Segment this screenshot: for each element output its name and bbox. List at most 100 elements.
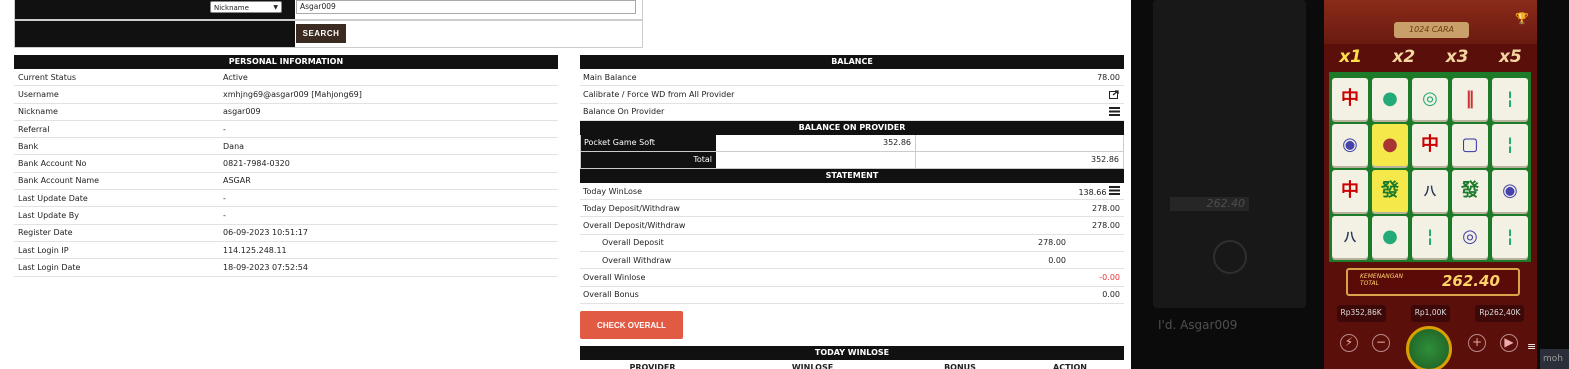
field-value: 114.125.248.11: [223, 245, 287, 255]
turbo-icon[interactable]: ⚡: [1340, 334, 1358, 352]
field-value: 18-09-2023 07:52:54: [223, 262, 308, 272]
search-type-select[interactable]: Nickname ▼: [210, 1, 282, 13]
column-provider: PROVIDER: [629, 363, 676, 369]
trophy-icon[interactable]: 🏆: [1515, 12, 1529, 25]
field-value: 0821-7984-0320: [223, 159, 290, 169]
tile-fa-icon: 發: [1452, 170, 1488, 212]
mahjong-game-window: 1024 CARA x1 x2 x3 x5 中 ● ◎ ‖ ¦ ◉ ● 中 ▢ …: [1324, 0, 1537, 369]
spin-button[interactable]: [1406, 326, 1452, 369]
tile-circle-icon: ◉: [1332, 124, 1368, 166]
tile-circles-icon: ◎: [1452, 216, 1488, 258]
provider-total-row: Total 352.86: [580, 151, 1124, 169]
balance-on-provider-row: Balance On Provider: [580, 104, 1124, 121]
field-label: Last Update By: [18, 211, 79, 221]
overall-winlose-row: Overall Winlose -0.00: [580, 269, 1124, 287]
reel-grid: 中 ● ◎ ‖ ¦ ◉ ● 中 ▢ ¦ 中 發 八 發 ◉ 八 ● ¦ ◎ ¦: [1329, 72, 1531, 262]
tile-white-dragon-icon: ▢: [1452, 124, 1488, 166]
ghost-spin-icon: [1213, 240, 1247, 274]
plus-icon[interactable]: +: [1468, 334, 1486, 352]
balance-header: BALANCE: [580, 55, 1124, 69]
total-win-value: 262.40: [1442, 272, 1500, 290]
field-label: Last Login IP: [18, 245, 69, 255]
field-value: Active: [223, 72, 248, 82]
field-label: Last Login Date: [18, 262, 81, 272]
field-value: xmhjng69@asgar009 [Mahjong69]: [223, 89, 362, 99]
personal-info-row: Last Update By -: [14, 207, 558, 225]
tile-zhong-icon: 中: [1332, 78, 1368, 120]
column-action: ACTION: [1053, 363, 1087, 369]
personal-info-row: Last Update Date -: [14, 190, 558, 208]
provider-row: Pocket Game Soft 352.86: [580, 134, 1124, 152]
share-icon[interactable]: [1109, 90, 1120, 99]
field-value: asgar009: [223, 107, 261, 117]
column-winlose: WINLOSE: [791, 363, 834, 369]
tile-eight-wan-icon: 八: [1412, 170, 1448, 212]
list-icon[interactable]: [1109, 107, 1120, 117]
personal-info-row: Bank Account No 0821-7984-0320: [14, 155, 558, 173]
statement-header: STATEMENT: [580, 168, 1124, 183]
field-label: Nickname: [18, 107, 58, 117]
field-label: Current Status: [18, 72, 77, 82]
personal-info-row: Bank Account Name ASGAR: [14, 173, 558, 191]
check-overall-button[interactable]: CHECK OVERALL: [580, 311, 683, 339]
balance-stat: Rp352,86K: [1336, 305, 1386, 322]
field-label: Register Date: [18, 228, 73, 238]
today-winlose-header: TODAY WINLOSE: [580, 346, 1124, 360]
multiplier-bar: x1 x2 x3 x5: [1324, 44, 1537, 70]
chevron-down-icon: ▼: [273, 4, 278, 11]
tile-zhong-icon: 中: [1332, 170, 1368, 212]
search-button[interactable]: SEARCH: [296, 24, 346, 43]
win-stat: Rp262,40K: [1475, 305, 1525, 322]
today-winlose-columns: PROVIDER WINLOSE BONUS ACTION: [580, 360, 1124, 369]
field-label: Username: [18, 89, 59, 99]
multiplier-x2: x2: [1392, 47, 1416, 67]
personal-info-row: Register Date 06-09-2023 10:51:17: [14, 225, 558, 242]
bet-stat[interactable]: Rp1,00K: [1410, 305, 1451, 322]
main-balance-row: Main Balance 78.00: [580, 69, 1124, 87]
menu-icon[interactable]: ≡: [1527, 340, 1536, 353]
personal-info-row: Last Login IP 114.125.248.11: [14, 242, 558, 260]
tile-bamboo-icon: ¦: [1492, 124, 1528, 166]
column-bonus: BONUS: [944, 363, 976, 369]
search-input[interactable]: Asgar009: [296, 0, 636, 14]
tile-bamboo-icon: ¦: [1492, 78, 1528, 120]
field-label: Bank Account No: [18, 159, 87, 169]
overall-dw-row: Overall Deposit/Withdraw 278.00: [580, 217, 1124, 235]
personal-info-row: Nickname asgar009: [14, 104, 558, 121]
overall-bonus-row: Overall Bonus 0.00: [580, 287, 1124, 304]
field-label: Bank: [18, 141, 39, 151]
tile-zhong-icon: 中: [1412, 124, 1448, 166]
field-value: -: [223, 211, 226, 221]
game-stats-bar: Rp352,86K Rp1,00K Rp262,40K: [1324, 305, 1537, 322]
personal-info-row: Last Login Date 18-09-2023 07:52:54: [14, 259, 558, 277]
personal-info-row: Bank Dana: [14, 138, 558, 156]
game-controls: ⚡ − + ▶: [1324, 322, 1537, 369]
background-game-preview: 262.40: [1153, 0, 1306, 308]
minus-icon[interactable]: −: [1372, 334, 1390, 352]
multiplier-x3: x3: [1445, 47, 1469, 67]
tile-bamboo-icon: ¦: [1492, 216, 1528, 258]
personal-info-row: Referral -: [14, 121, 558, 139]
personal-info-header: PERSONAL INFORMATION: [14, 55, 558, 69]
today-winlose-table: TODAY WINLOSE PROVIDER WINLOSE BONUS ACT…: [580, 346, 1124, 369]
tile-eight-wan-icon: 八: [1332, 216, 1368, 258]
balance-on-provider-header: BALANCE ON PROVIDER: [580, 120, 1124, 135]
field-value: ASGAR: [223, 176, 251, 186]
overall-deposit-row: Overall Deposit 278.00: [580, 235, 1124, 253]
player-id-label: I'd. Asgar009: [1158, 318, 1238, 332]
today-winlose-row: Today WinLose 138.66: [580, 183, 1124, 201]
taskbar-item[interactable]: moh: [1540, 349, 1569, 369]
tile-golden-circles-icon: ●: [1372, 124, 1408, 166]
field-value: Dana: [223, 141, 245, 151]
game-title: 1024 CARA: [1394, 22, 1469, 38]
personal-info-row: Username xmhjng69@asgar009 [Mahjong69]: [14, 86, 558, 104]
multiplier-x1: x1: [1339, 47, 1363, 67]
tile-circles-icon: ◉: [1492, 170, 1528, 212]
list-icon[interactable]: [1109, 185, 1120, 195]
tile-bamboo-icon: ¦: [1412, 216, 1448, 258]
autoplay-icon[interactable]: ▶: [1500, 334, 1518, 352]
tile-golden-fa-icon: 發: [1372, 170, 1408, 212]
tile-circles-icon: ●: [1372, 78, 1408, 120]
tile-circles-icon: ●: [1372, 216, 1408, 258]
total-win-panel: KEMENANGAN TOTAL 262.40: [1346, 268, 1520, 296]
